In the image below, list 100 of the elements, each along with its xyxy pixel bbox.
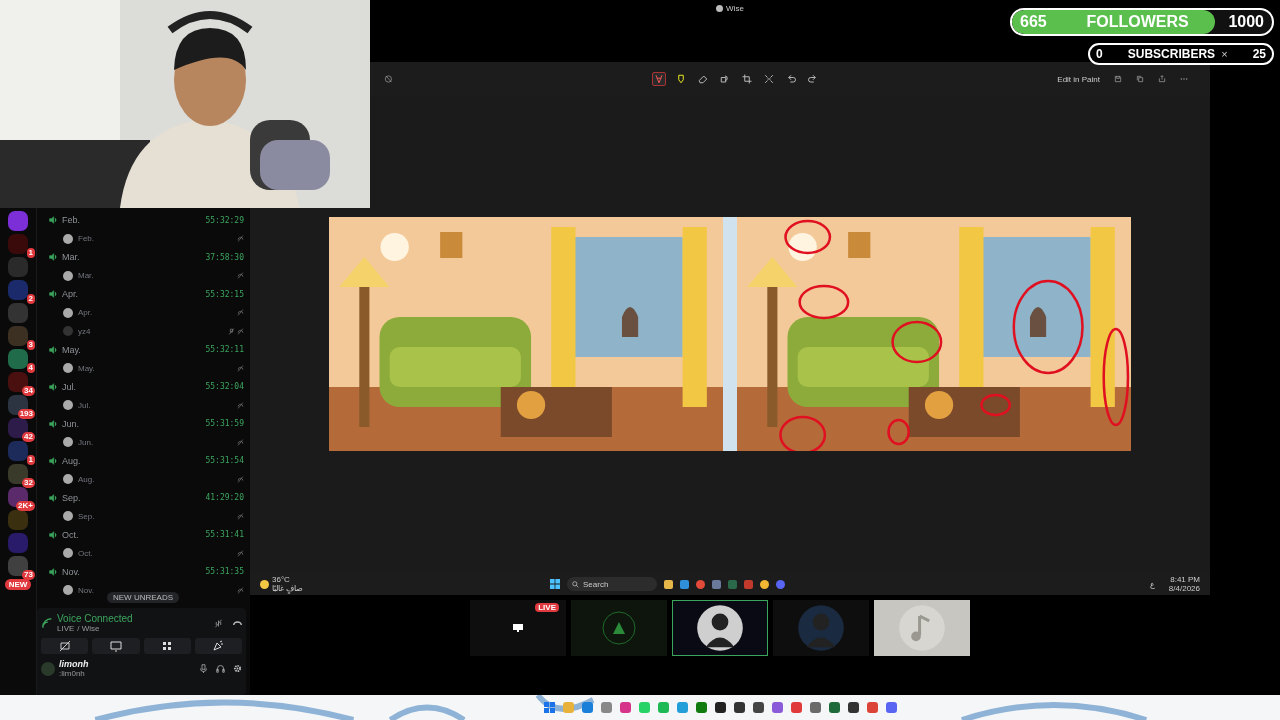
app-icon[interactable]	[733, 702, 745, 713]
speaker-icon	[49, 253, 57, 262]
pen-tool[interactable]	[652, 72, 666, 86]
disconnect-icon[interactable]	[233, 618, 242, 628]
member-avatar	[63, 307, 73, 318]
unread-badge: 2K+	[16, 501, 35, 511]
member-avatar	[63, 400, 73, 411]
user-tag: :lim0nh	[59, 669, 191, 678]
member-avatar	[63, 326, 73, 337]
speaker-icon	[49, 530, 57, 539]
search-field[interactable]: Search	[567, 577, 657, 591]
member-name[interactable]: Aug.	[78, 474, 95, 484]
screen-share-button[interactable]	[92, 638, 140, 654]
member-name[interactable]: Mar.	[78, 271, 94, 281]
followers-label: FOLLOWERS	[1086, 13, 1189, 31]
weather-condition: صافٍ غالبًا	[272, 584, 304, 593]
adjust-icon	[763, 73, 775, 85]
monitor-icon	[109, 640, 122, 652]
channel-timer: 55:31:41	[205, 530, 244, 540]
start-icon[interactable]	[550, 579, 560, 589]
copy-icon[interactable]	[1136, 75, 1144, 83]
edit-in-paint-button[interactable]: Edit in Paint	[1057, 74, 1100, 84]
speaker-icon	[49, 567, 57, 576]
speaker-icon	[49, 216, 57, 225]
mic-muted-icon	[228, 327, 235, 335]
member-avatar	[63, 270, 73, 281]
deafened-icon	[237, 309, 244, 317]
microphone-icon[interactable]	[199, 664, 208, 673]
start-icon[interactable]	[543, 702, 555, 713]
deafened-icon	[237, 235, 244, 243]
user-name: limonh	[59, 659, 90, 669]
channel-name[interactable]: Feb.	[62, 215, 80, 226]
member-name[interactable]: Sep.	[78, 511, 95, 521]
speaker-icon	[49, 456, 57, 465]
channel-name[interactable]: Sep.	[62, 492, 81, 503]
channel-name[interactable]: Aug.	[62, 455, 81, 466]
channel-timer: 41:29:20	[205, 493, 244, 503]
channel-name[interactable]: Oct.	[62, 529, 79, 540]
member-name[interactable]: Jun.	[78, 437, 94, 447]
share-icon[interactable]	[1158, 75, 1166, 83]
member-name[interactable]: Oct.	[78, 548, 93, 558]
temperature: 36°C	[272, 575, 291, 584]
channel-timer: 55:32:15	[205, 289, 244, 299]
live-label: LIVE	[57, 624, 75, 633]
signal-icon	[41, 617, 53, 629]
member-name[interactable]: Nov.	[78, 585, 94, 595]
member-name[interactable]: Apr.	[78, 308, 93, 318]
highlighter-icon	[675, 73, 687, 85]
logo-icon	[599, 608, 639, 648]
headphones-icon[interactable]	[216, 664, 225, 673]
deafened-icon	[237, 438, 244, 446]
member-avatar	[63, 474, 73, 485]
member-name[interactable]: Feb.	[78, 234, 94, 244]
shapes-icon	[719, 73, 731, 85]
channel-label: / Wise	[77, 624, 100, 633]
app-icon[interactable]	[752, 702, 764, 713]
member-name[interactable]: yz4	[78, 326, 91, 336]
member-avatar	[63, 437, 73, 448]
app-icon[interactable]	[828, 702, 840, 713]
voice-status: Voice Connected	[57, 613, 134, 624]
deafened-icon	[237, 549, 244, 557]
language-indicator[interactable]: ع	[1149, 579, 1155, 589]
activities-button[interactable]	[143, 638, 191, 654]
app-icon[interactable]	[847, 702, 859, 713]
member-name[interactable]: May.	[78, 363, 95, 373]
camera-button[interactable]	[41, 638, 89, 654]
app-icon[interactable]	[714, 702, 726, 713]
channel-name[interactable]: Apr.	[62, 289, 78, 300]
channel-name[interactable]: Jun.	[62, 418, 79, 429]
deafened-icon	[237, 364, 244, 372]
deafened-icon	[237, 512, 244, 520]
member-avatar	[63, 233, 73, 244]
stream-tile[interactable]: LIVE	[470, 600, 566, 656]
stream-tile[interactable]	[571, 600, 667, 656]
speaker-icon	[49, 493, 57, 502]
monitor-icon	[512, 622, 524, 634]
search-placeholder: Search	[583, 579, 609, 589]
channel-name[interactable]: May.	[62, 344, 81, 355]
settings-icon[interactable]	[233, 664, 242, 673]
speaker-icon	[49, 290, 57, 299]
channel-timer: 55:32:04	[205, 382, 244, 392]
member-name[interactable]: Jul.	[78, 400, 91, 410]
stream-tile[interactable]	[874, 600, 970, 656]
stream-tile[interactable]	[672, 600, 768, 656]
deafened-icon	[237, 272, 244, 280]
unread-badge: 3	[26, 340, 35, 350]
unread-badge: 2	[26, 294, 35, 304]
unread-badge: 1	[26, 248, 35, 258]
pen-icon	[653, 73, 665, 85]
member-avatar	[63, 548, 73, 559]
new-unreads-pill[interactable]: NEW UNREADS	[107, 592, 179, 603]
crop-tool[interactable]	[740, 72, 754, 86]
more-icon[interactable]	[1180, 75, 1188, 83]
adjust-tool[interactable]	[762, 72, 776, 86]
soundboard-button[interactable]	[194, 638, 242, 654]
save-icon[interactable]	[1114, 75, 1122, 83]
channel-name[interactable]: Mar.	[62, 252, 80, 263]
stream-tile[interactable]	[773, 600, 869, 656]
channel-name[interactable]: Nov.	[62, 566, 80, 577]
channel-name[interactable]: Jul.	[62, 381, 76, 392]
